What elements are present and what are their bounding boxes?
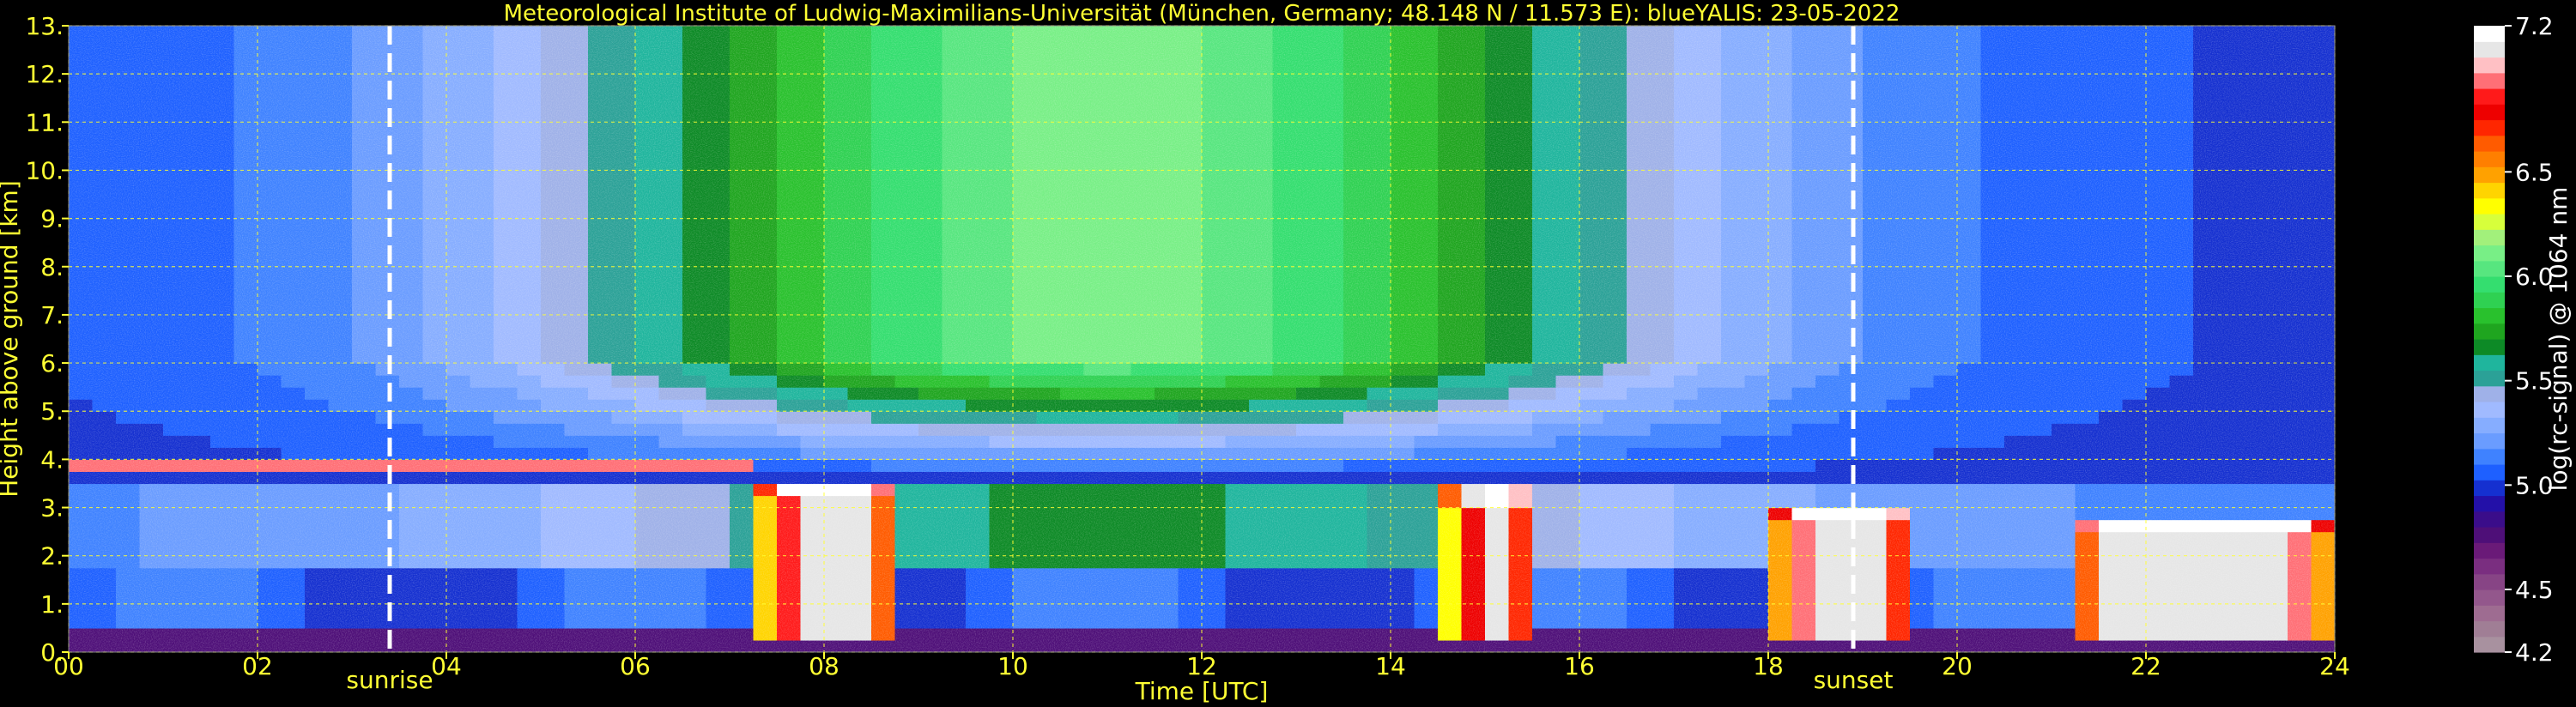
lidar-figure: Meteorological Institute of Ludwig-Maxim… — [0, 0, 2576, 707]
chart-title: Meteorological Institute of Ludwig-Maxim… — [504, 1, 1900, 27]
signal-noise-texture — [69, 26, 2335, 652]
plot-area — [69, 26, 2335, 652]
